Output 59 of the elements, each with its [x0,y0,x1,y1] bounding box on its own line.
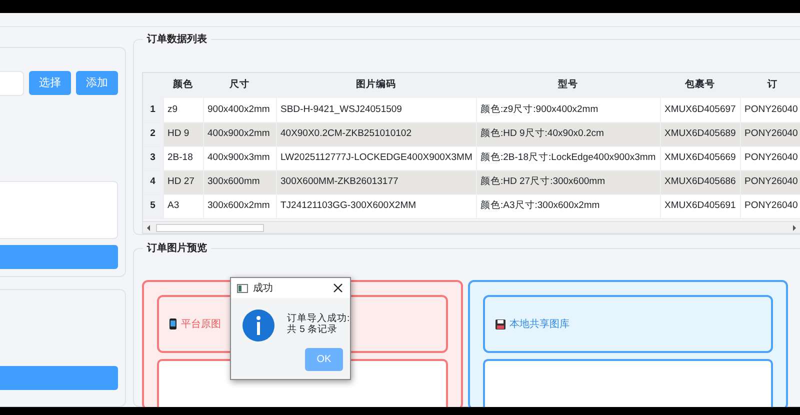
table-cell: 颜色:z9尺寸:900x400x2mm [476,98,660,122]
table-cell: XMUX6D405697 [660,98,740,122]
table-cell: XMUX6D405669 [660,146,740,170]
column-header[interactable]: 尺寸 [203,73,276,98]
source-label: 平台原图 [181,318,221,332]
table-cell: HD 27 [163,170,203,194]
table-cell: 900x400x2mm [203,98,276,122]
column-header[interactable]: 颜色 [163,73,203,98]
table-cell: PONY26040 [740,98,800,122]
input-field[interactable] [0,71,24,96]
column-header[interactable]: 订 [740,73,800,98]
table-cell: 颜色:HD 27尺寸:300x600mm [476,170,660,194]
row-number: 4 [143,170,163,194]
table-cell: A3 [163,194,203,218]
column-header[interactable]: 图片编码 [276,73,476,98]
info-icon [242,309,275,342]
message-line: 订单导入成功: [287,313,350,324]
app-icon [237,284,248,292]
message-line: 共 5 条记录 [287,324,339,336]
horizontal-scrollbar[interactable] [143,221,800,233]
source-label: 本地共享图库 [510,318,570,332]
group-title: 订单图片预览 [143,241,211,256]
close-button[interactable] [332,282,344,294]
row-number: 3 [143,146,163,170]
text-area[interactable] [0,181,118,239]
row-number: 1 [143,98,163,122]
table-cell: PONY26040 [740,194,800,218]
table-cell: 2B-18 [163,146,203,170]
column-header[interactable]: 包裹号 [660,73,740,98]
table-cell: HD 9 [163,122,203,146]
column-header[interactable]: 型号 [476,73,660,98]
table-cell: 300x600mm [203,170,276,194]
table-cell: 颜色:2B-18尺寸:LockEdge400x900x3mm [476,146,660,170]
table-cell: XMUX6D405691 [660,194,740,218]
table-cell: 颜色:A3尺寸:300x600x2mm [476,194,660,218]
table-cell: XMUX6D405686 [660,170,740,194]
action-button[interactable] [0,245,118,269]
table-cell: PONY26040 [740,170,800,194]
table-cell: XMUX6D405689 [660,122,740,146]
action-button[interactable] [0,366,118,390]
table-cell: z9 [163,98,203,122]
table-cell: 300X600MM-ZKB26013177 [276,170,476,194]
table-cell: PONY26040 [740,122,800,146]
table-cell: 300x600x2mm [203,194,276,218]
table-cell: TJ24121103GG-300X600X2MM [276,194,476,218]
dialog-title: 成功 [253,282,273,296]
table-cell: 400x900x2mm [203,122,276,146]
table-cell: PONY26040 [740,146,800,170]
scroll-right-icon[interactable] [790,224,798,232]
table-cell: 40X90X0.2CM-ZKB251010102 [276,122,476,146]
group-title: 订单数据列表 [143,32,211,47]
row-number: 2 [143,122,163,146]
table-cell: 颜色:HD 9尺寸:40x90x0.2cm [476,122,660,146]
table-cell: LW2025112777J-LOCKEDGE400X900X3MM [276,146,476,170]
scroll-left-icon[interactable] [145,224,153,232]
row-number: 5 [143,194,163,218]
table-cell: SBD-H-9421_WSJ24051509 [276,98,476,122]
phone-icon [169,318,177,330]
table-cell: 400x900x3mm [203,146,276,170]
